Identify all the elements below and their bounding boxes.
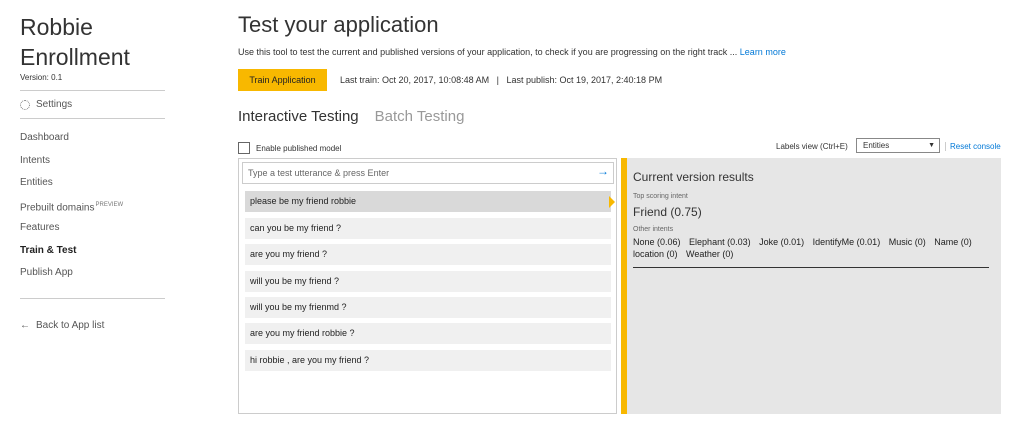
arrow-left-icon: ← [20, 320, 30, 331]
utterance-item[interactable]: will you be my friend ? [245, 271, 611, 292]
enable-published-checkbox[interactable] [238, 142, 250, 154]
sidebar-item-prebuilt-domains[interactable]: Prebuilt domainsPREVIEW [20, 198, 123, 221]
page-title: Test your application [238, 12, 439, 37]
tab-batch-testing[interactable]: Batch Testing [375, 108, 465, 125]
labels-view-select[interactable]: Entities ▼ [856, 138, 940, 153]
sidebar: Robbie Enrollment Version: 0.1 Settings … [0, 0, 185, 438]
enable-published-label: Enable published model [256, 143, 342, 153]
back-label: Back to App list [36, 320, 105, 331]
learn-more-link[interactable]: Learn more [740, 47, 786, 57]
sidebar-item-dashboard[interactable]: Dashboard [20, 130, 123, 153]
intent-score: Name (0) [934, 237, 972, 247]
separator: | [496, 75, 499, 85]
back-to-app-list-link[interactable]: ← Back to App list [20, 320, 104, 331]
sidebar-item-train-test[interactable]: Train & Test [20, 243, 123, 266]
sidebar-item-label: Prebuilt domains [20, 201, 95, 213]
preview-badge: PREVIEW [95, 201, 124, 208]
utterance-item[interactable]: can you be my friend ? [245, 218, 611, 239]
results-divider [633, 267, 989, 268]
top-intent-value: Friend (0.75) [633, 205, 702, 219]
last-publish-text: Last publish: Oct 19, 2017, 2:40:18 PM [506, 75, 663, 85]
divider [20, 90, 165, 91]
test-panel: → please be my friend robbie can you be … [238, 158, 617, 414]
utterance-item[interactable]: will you be my frienmd ? [245, 297, 611, 318]
app-title: Robbie Enrollment [20, 12, 130, 72]
other-intents-label: Other intents [633, 226, 674, 233]
selection-arrow-icon [609, 196, 615, 208]
sidebar-nav: Dashboard Intents Entities Prebuilt doma… [20, 130, 123, 288]
sidebar-item-intents[interactable]: Intents [20, 153, 123, 176]
caret-down-icon: ▼ [928, 142, 935, 149]
intent-score: location (0) [633, 249, 678, 259]
app-name-line2: Enrollment [20, 44, 130, 70]
gear-icon [20, 99, 30, 110]
labels-view-value: Entities [863, 141, 890, 150]
sidebar-item-entities[interactable]: Entities [20, 175, 123, 198]
sidebar-item-publish-app[interactable]: Publish App [20, 265, 123, 288]
intent-score: Music (0) [888, 237, 926, 247]
intent-score: Joke (0.01) [759, 237, 805, 247]
divider [20, 118, 165, 119]
reset-console-link[interactable]: Reset console [945, 142, 1001, 151]
intent-score: Elephant (0.03) [689, 237, 751, 247]
app-version: Version: 0.1 [20, 73, 63, 82]
last-train-text: Last train: Oct 20, 2017, 10:08:48 AM [340, 75, 490, 85]
tab-interactive-testing[interactable]: Interactive Testing [238, 108, 359, 125]
top-intent-label: Top scoring intent [633, 193, 688, 200]
arrow-right-icon[interactable]: → [597, 164, 609, 178]
labels-view-label: Labels view (Ctrl+E) [776, 142, 848, 151]
intent-score: Weather (0) [686, 249, 734, 259]
utterance-item[interactable]: are you my friend ? [245, 244, 611, 265]
utterance-item[interactable]: hi robbie , are you my friend ? [245, 350, 611, 371]
train-status: Last train: Oct 20, 2017, 10:08:48 AM | … [340, 75, 662, 85]
description-text: Use this tool to test the current and pu… [238, 47, 738, 57]
train-application-button[interactable]: Train Application [238, 69, 327, 91]
sidebar-item-features[interactable]: Features [20, 220, 123, 243]
results-title: Current version results [633, 170, 754, 184]
utterance-item[interactable]: please be my friend robbie [245, 191, 611, 212]
intent-score: IdentifyMe (0.01) [812, 237, 881, 247]
page-description: Use this tool to test the current and pu… [238, 47, 786, 57]
settings-link[interactable]: Settings [20, 99, 72, 110]
enable-published-model: Enable published model [238, 142, 341, 154]
results-panel: Current version results Top scoring inte… [627, 158, 1001, 414]
settings-label: Settings [36, 99, 73, 110]
intent-score: None (0.06) [633, 237, 681, 247]
test-tabs: Interactive Testing Batch Testing [238, 108, 464, 125]
other-intents-list: None (0.06) Elephant (0.03) Joke (0.01) … [633, 236, 993, 260]
utterance-item[interactable]: are you my friend robbie ? [245, 323, 611, 344]
utterance-input[interactable] [242, 162, 614, 184]
divider [20, 298, 165, 299]
app-name-line1: Robbie [20, 14, 93, 40]
